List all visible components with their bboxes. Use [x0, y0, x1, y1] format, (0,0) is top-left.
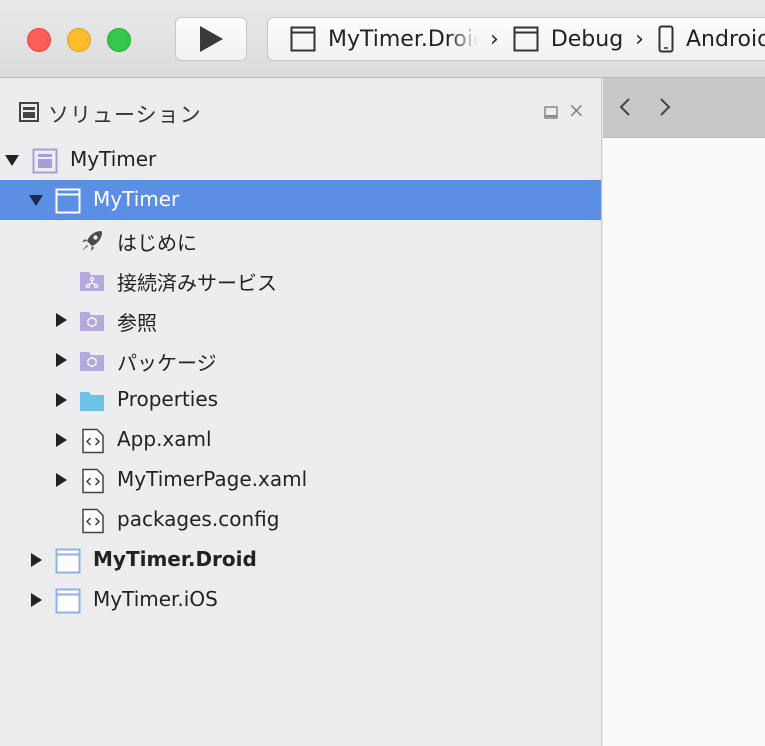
solution-pad-header: ソリューション ×	[0, 78, 602, 144]
tree-item-getting-started[interactable]: はじめに	[0, 220, 601, 260]
minimize-window-button[interactable]	[67, 28, 91, 52]
disclosure-collapsed-icon[interactable]	[54, 473, 68, 487]
folder-icon	[80, 392, 104, 411]
device-selector[interactable]: Android	[658, 25, 765, 53]
phone-icon	[658, 25, 674, 53]
references-folder-icon	[80, 312, 104, 331]
close-icon[interactable]: ×	[568, 100, 585, 120]
chevron-left-icon[interactable]	[619, 96, 631, 118]
project-selector[interactable]: MyTimer.Droid	[290, 26, 478, 52]
configuration-name: Debug	[550, 26, 624, 52]
disclosure-collapsed-icon[interactable]	[54, 433, 68, 447]
xaml-file-icon	[82, 468, 104, 494]
tree-item-label: はじめに	[117, 231, 197, 255]
tree-item-app-xaml[interactable]: App.xaml	[0, 420, 601, 460]
rocket-icon	[82, 231, 102, 251]
disclosure-collapsed-icon[interactable]	[29, 593, 43, 607]
tree-item-label: MyTimerPage.xaml	[117, 467, 308, 491]
play-icon	[200, 26, 223, 52]
disclosure-collapsed-icon[interactable]	[29, 553, 43, 567]
project-icon	[55, 588, 81, 614]
maximize-window-button[interactable]	[107, 28, 131, 52]
run-configuration-selector[interactable]: MyTimer.Droid › Debug › Android	[267, 17, 765, 61]
minimize-pad-icon[interactable]	[544, 106, 558, 120]
pad-icon	[19, 102, 39, 122]
xaml-file-icon	[82, 428, 104, 454]
disclosure-collapsed-icon[interactable]	[54, 393, 68, 407]
device-name: Android	[685, 26, 765, 52]
tree-item-label: App.xaml	[117, 427, 212, 451]
solution-pad-title: ソリューション	[48, 103, 202, 127]
tree-item-solution[interactable]: MyTimer	[0, 140, 601, 180]
tree-item-label: MyTimer	[70, 147, 157, 171]
tree-item-label: MyTimer.iOS	[93, 587, 218, 611]
separator-chevron: ›	[490, 26, 499, 52]
solution-tree: MyTimer MyTimer はじめに 接続済みサービス 参照 パッケージ P…	[0, 140, 601, 620]
tree-item-connected-services[interactable]: 接続済みサービス	[0, 260, 601, 300]
project-icon	[55, 188, 81, 214]
project-window-icon	[290, 26, 316, 52]
tree-item-properties[interactable]: Properties	[0, 380, 601, 420]
project-name: MyTimer.Droid	[328, 26, 478, 52]
tree-item-label: MyTimer	[93, 187, 180, 211]
tree-item-label: MyTimer.Droid	[93, 547, 257, 571]
tree-item-packages-config[interactable]: packages.config	[0, 500, 601, 540]
tree-item-packages[interactable]: パッケージ	[0, 340, 601, 380]
project-icon	[55, 548, 81, 574]
chevron-right-icon[interactable]	[659, 96, 671, 118]
separator-chevron: ›	[635, 26, 644, 52]
disclosure-collapsed-icon[interactable]	[54, 353, 68, 367]
tree-item-mytimerpage-xaml[interactable]: MyTimerPage.xaml	[0, 460, 601, 500]
solution-pad: ソリューション × MyTimer MyTimer はじめに 接続済みサービス …	[0, 78, 602, 746]
tree-item-project-droid[interactable]: MyTimer.Droid	[0, 540, 601, 580]
connected-services-folder-icon	[80, 272, 104, 291]
disclosure-expanded-icon[interactable]	[5, 153, 19, 167]
editor-area	[603, 78, 765, 746]
tree-item-label: Properties	[117, 387, 219, 411]
close-window-button[interactable]	[27, 28, 51, 52]
config-file-icon	[82, 508, 104, 534]
tree-item-label: 接続済みサービス	[117, 271, 277, 295]
run-button[interactable]	[175, 17, 247, 61]
toolbar: MyTimer.Droid › Debug › Android	[0, 0, 765, 78]
tree-item-project-ios[interactable]: MyTimer.iOS	[0, 580, 601, 620]
tree-item-label: 参照	[117, 311, 157, 335]
editor-navigation-bar	[603, 78, 765, 138]
tree-item-project-mytimer[interactable]: MyTimer	[0, 180, 601, 220]
solution-icon	[32, 148, 58, 174]
disclosure-collapsed-icon[interactable]	[54, 313, 68, 327]
disclosure-expanded-icon[interactable]	[29, 193, 43, 207]
tree-item-references[interactable]: 参照	[0, 300, 601, 340]
configuration-selector[interactable]: Debug	[513, 26, 623, 52]
configuration-window-icon	[513, 26, 539, 52]
tree-item-label: パッケージ	[117, 351, 217, 375]
tree-item-label: packages.config	[117, 507, 280, 531]
packages-folder-icon	[80, 352, 104, 371]
